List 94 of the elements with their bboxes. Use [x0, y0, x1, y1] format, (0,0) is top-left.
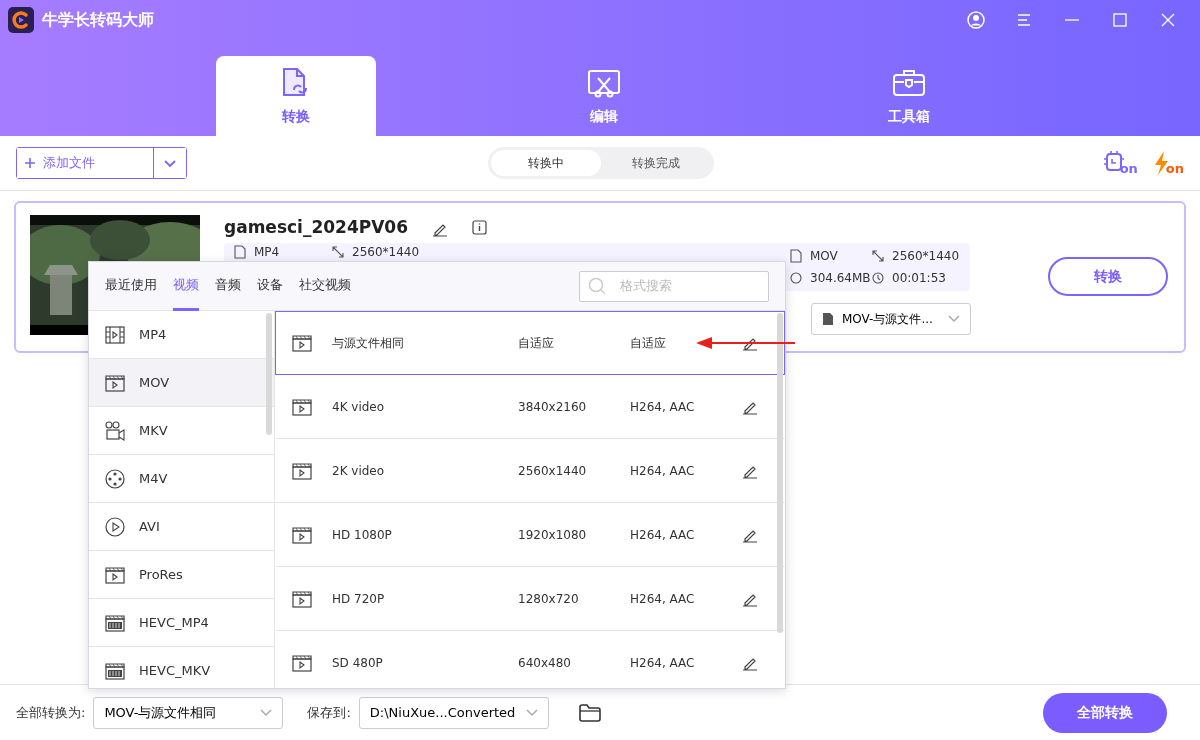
chevron-down-icon	[948, 315, 960, 323]
file-icon	[234, 244, 246, 259]
clapper-icon	[292, 525, 312, 545]
preset-name: HD 720P	[332, 591, 386, 608]
format-category-tab[interactable]: 社交视频	[299, 261, 351, 311]
resolution-icon	[332, 245, 344, 258]
target-duration: 00:01:53	[892, 269, 946, 287]
plus-icon	[25, 158, 35, 168]
film-format-icon	[105, 324, 125, 345]
target-size: 304.64MB	[810, 269, 871, 287]
clapper-icon	[292, 589, 312, 609]
file-name: gamesci_2024PV06	[224, 216, 408, 239]
format-list-item[interactable]: AVI	[89, 503, 274, 551]
play-format-icon	[105, 516, 125, 537]
format-list-item[interactable]: MP4	[89, 311, 274, 359]
preset-resolution: 1280x720	[518, 591, 580, 608]
format-list-item[interactable]: ProRes	[89, 551, 274, 599]
preset-name: 2K video	[332, 463, 386, 480]
status-tab[interactable]: 转换中	[491, 150, 601, 176]
hevc-format-icon	[105, 660, 125, 681]
clapper-icon	[292, 397, 312, 417]
convert-all-label: 全部转换为:	[16, 703, 86, 722]
preset-resolution: 3840x2160	[518, 399, 588, 416]
chevron-down-icon	[525, 709, 538, 718]
menu-icon	[1015, 11, 1033, 29]
target-format: MOV	[810, 247, 838, 265]
main-tab[interactable]: 工具箱	[829, 56, 989, 136]
resolution-icon	[872, 249, 884, 262]
clapper-format-icon	[105, 372, 125, 393]
preset-row[interactable]: HD 1080P 1920x1080 H264, AAC	[275, 503, 785, 567]
account-icon	[967, 11, 985, 29]
save-path-select[interactable]: D:\NiuXue...Converted	[358, 696, 549, 729]
gpu-toggle[interactable]: on	[1103, 151, 1138, 175]
chevron-down-icon	[164, 159, 176, 168]
source-format: MP4	[254, 244, 280, 259]
preset-resolution: 640x480	[518, 655, 572, 672]
reel-format-icon	[105, 468, 125, 489]
preset-codec: H264, AAC	[630, 527, 696, 544]
preset-name: HD 1080P	[332, 527, 393, 544]
preset-row[interactable]: 2K video 2560x1440 H264, AAC	[275, 439, 785, 503]
preset-resolution: 2560x1440	[518, 463, 588, 480]
format-list-item[interactable]: MOV	[89, 359, 274, 407]
camera-format-icon	[105, 420, 125, 441]
format-category-tab[interactable]: 设备	[257, 261, 283, 311]
preset-name: 与源文件相同	[332, 335, 405, 352]
folder-icon[interactable]	[578, 704, 601, 723]
target-resolution: 2560*1440	[892, 247, 960, 265]
format-select[interactable]: MOV-与源文件...	[811, 302, 971, 335]
source-resolution: 2560*1440	[352, 244, 420, 259]
format-search-box[interactable]: 格式搜索	[579, 270, 769, 302]
minimize-icon	[1065, 19, 1079, 21]
format-category-tab[interactable]: 音频	[215, 261, 241, 311]
preset-row[interactable]: 4K video 3840x2160 H264, AAC	[275, 375, 785, 439]
format-list-item[interactable]: M4V	[89, 455, 274, 503]
preset-codec: H264, AAC	[630, 463, 696, 480]
clapper-icon	[292, 333, 312, 353]
storage-icon	[790, 271, 802, 284]
clapper-format-icon	[105, 564, 125, 585]
app-logo-icon	[8, 7, 34, 33]
clapper-icon	[292, 461, 312, 481]
format-category-tab[interactable]: 最近使用	[105, 261, 157, 311]
search-icon	[588, 277, 606, 295]
chevron-down-icon	[260, 709, 273, 718]
save-to-label: 保存到:	[307, 703, 351, 722]
convert-all-button[interactable]: 全部转换	[1043, 692, 1167, 733]
file-icon	[790, 248, 802, 263]
format-list-item[interactable]: MKV	[89, 407, 274, 455]
preset-resolution: 1920x1080	[518, 527, 588, 544]
output-format-select[interactable]: MOV-与源文件相同	[93, 696, 284, 729]
preset-codec: H264, AAC	[630, 655, 696, 672]
preset-name: 4K video	[332, 399, 386, 416]
preset-row[interactable]: 与源文件相同 自适应 自适应	[275, 311, 785, 375]
app-title: 牛学长转码大师	[42, 9, 154, 31]
preset-codec: 自适应	[630, 335, 667, 352]
preset-codec: H264, AAC	[630, 591, 696, 608]
convert-button[interactable]: 转换	[1048, 256, 1168, 296]
preset-codec: H264, AAC	[630, 399, 696, 416]
format-list-item[interactable]: HEVC_MKV	[89, 647, 274, 688]
clock-icon	[872, 271, 884, 284]
clapper-icon	[292, 653, 312, 673]
preset-resolution: 自适应	[518, 335, 555, 352]
preset-row[interactable]: SD 480P 640x480 H264, AAC	[275, 631, 785, 688]
format-list-item[interactable]: HEVC_MP4	[89, 599, 274, 647]
info-icon[interactable]	[472, 220, 487, 236]
preset-row[interactable]: HD 720P 1280x720 H264, AAC	[275, 567, 785, 631]
add-file-button[interactable]: 添加文件	[17, 148, 154, 178]
hevc-format-icon	[105, 612, 125, 633]
file-icon	[822, 311, 834, 326]
main-tab[interactable]: 转换	[216, 56, 376, 136]
main-tab[interactable]: 编辑	[524, 56, 684, 136]
preset-name: SD 480P	[332, 655, 384, 672]
status-tab[interactable]: 转换完成	[601, 150, 711, 176]
maximize-icon	[1111, 11, 1129, 29]
close-icon	[1159, 11, 1177, 29]
